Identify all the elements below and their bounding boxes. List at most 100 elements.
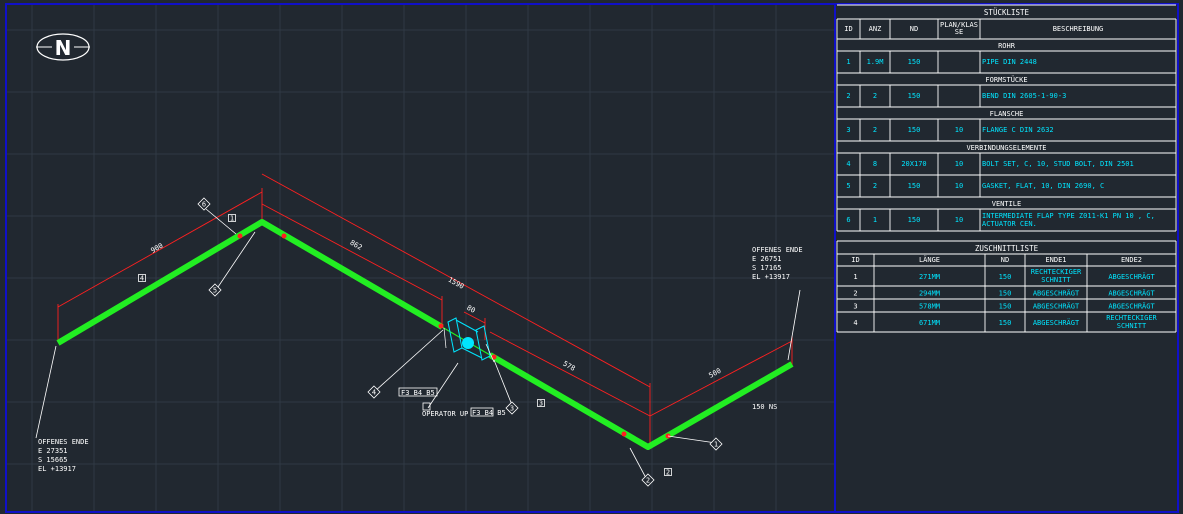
svg-text:F3 B4 B5: F3 B4 B5 [472,409,506,417]
zuschnittliste-table: ZUSCHNITTLISTEID LÄNGE ND ENDE1 ENDE21 271MM 1… [836,240,1177,333]
svg-text:EL +13917: EL +13917 [38,465,76,473]
cut-tag-4: 4 [138,274,146,283]
north-arrow-icon: N [36,33,90,61]
svg-text:10: 10 [955,126,963,134]
dimension-labels: 900 862159080578500 [150,239,723,380]
svg-text:3: 3 [510,405,514,413]
svg-text:6: 6 [846,216,850,224]
svg-text:671MM: 671MM [919,319,940,327]
stueckliste-header-cell: BESCHREIBUNG [1053,25,1104,33]
svg-text:1.9M: 1.9M [867,58,884,66]
stueckliste-row: 4 8 20X170 10 BOLT SET, C, 10, STUD BOLT, DI… [846,160,1133,168]
svg-text:ABGESCHRÄGT: ABGESCHRÄGT [1033,318,1080,327]
svg-text:2: 2 [873,126,877,134]
cut-tag-1: 1 [228,214,236,223]
stueckliste-group-title: VERBINDUNGSELEMENTE [966,144,1046,152]
svg-text:2: 2 [846,92,850,100]
stueckliste-row: 3 2 150 10 FLANGE C DIN 2632 [846,126,1053,134]
zuschnittliste-header-cell: ENDE2 [1121,256,1142,264]
svg-text:SCHNITT: SCHNITT [1041,276,1071,284]
stueckliste-header-cell: ND [910,25,918,33]
svg-text:EL +13917: EL +13917 [752,273,790,281]
svg-text:ACTUATOR CEN.: ACTUATOR CEN. [982,220,1037,228]
svg-text:150: 150 [908,92,921,100]
svg-text:10: 10 [955,160,963,168]
svg-text:ABGESCHRÄGT: ABGESCHRÄGT [1033,302,1080,311]
svg-text:S 15665: S 15665 [38,456,68,464]
svg-text:2: 2 [853,290,857,298]
svg-text:SE: SE [955,28,963,36]
open-end-left-note: OFFENES ENDE E 27351 S 15665 EL +13917 [38,438,89,473]
balloon-3: 3 [505,401,519,415]
svg-text:ABGESCHRÄGT: ABGESCHRÄGT [1108,302,1155,311]
stueckliste-group-title: FLANSCHE [990,110,1024,118]
svg-text:ND: ND [910,25,918,33]
stueckliste-row: 2 2 150 BEND DIN 2605-1-90-3 [846,92,1066,100]
background-grid [6,4,835,512]
svg-text:BESCHREIBUNG: BESCHREIBUNG [1053,25,1104,33]
svg-text:150: 150 [999,273,1012,281]
stueckliste-title: STÜCKLISTE [984,8,1030,17]
dimension-862: 862 [348,239,363,252]
stueckliste-header-cell: PLAN/KLASSE [940,21,978,36]
zuschnittliste-title: ZUSCHNITTLISTE [975,244,1039,253]
flap-valve-icon[interactable] [443,317,495,363]
svg-text:1: 1 [230,215,234,223]
svg-text:578MM: 578MM [919,303,940,311]
svg-text:ABGESCHRÄGT: ABGESCHRÄGT [1108,272,1155,281]
svg-text:150: 150 [908,58,921,66]
svg-text:ABGESCHRÄGT: ABGESCHRÄGT [1033,289,1080,298]
operator-up-label: OPERATOR UP [422,410,468,418]
zuschnittliste-row: 4 671MM 150 ABGESCHRÄGT RECHTECKIGERSCHNITT [853,314,1157,330]
dimension-900: 900 [150,242,165,255]
svg-text:4: 4 [853,319,857,327]
svg-text:ID: ID [844,25,852,33]
svg-text:1: 1 [873,216,877,224]
svg-text:150: 150 [908,182,921,190]
svg-text:BOLT SET, C, 10, STUD BOLT, DI: BOLT SET, C, 10, STUD BOLT, DIN 2501 [982,160,1134,168]
svg-text:2: 2 [646,477,650,485]
svg-text:150: 150 [908,126,921,134]
svg-text:3: 3 [853,303,857,311]
svg-text:ANZ: ANZ [869,25,882,33]
svg-text:10: 10 [955,182,963,190]
svg-text:1: 1 [853,273,857,281]
svg-text:3: 3 [539,400,543,408]
stueckliste-group-title: VENTILE [992,200,1022,208]
dimension-500: 500 [708,367,723,380]
stueckliste-group-title: FORMSTÜCKE [985,75,1027,84]
svg-text:RECHTECKIGER: RECHTECKIGER [1106,314,1157,322]
open-end-right-note: OFFENES ENDE E 26751 S 17165 EL +13917 [752,246,803,281]
svg-text:150: 150 [908,216,921,224]
svg-text:RECHTECKIGER: RECHTECKIGER [1031,268,1082,276]
weld-points [237,233,671,439]
zuschnittliste-row: 1 271MM 150 RECHTECKIGERSCHNITT ABGESCHRÄGT [853,268,1155,284]
svg-text:20X170: 20X170 [901,160,926,168]
zuschnittliste-header-cell: ND [1001,256,1009,264]
stueckliste-row: 6 1 150 10 INTERMEDIATE FLAP TYPE Z011-K1 PN… [846,212,1154,228]
svg-text:4: 4 [846,160,850,168]
open-end-right-title: OFFENES ENDE [752,246,803,254]
stueckliste-row: 1 1.9M 150 PIPE DIN 2448 [846,58,1036,66]
zuschnittliste-row: 2 294MM 150 ABGESCHRÄGT ABGESCHRÄGT [853,289,1155,298]
connection-tag-left: F3 B4 B5 [398,387,438,397]
svg-text:150: 150 [999,319,1012,327]
svg-text:6: 6 [202,201,206,209]
balloon-6: 6 [197,197,211,211]
svg-text:2: 2 [666,469,670,477]
connection-tag-right: F3 B4 B5 [470,407,506,417]
north-symbol-letter: N [55,36,72,60]
stueckliste-row: 5 2 150 10 GASKET, FLAT, 10, DIN 2690, C [846,182,1104,190]
stueckliste-header-cell: ID [844,25,852,33]
svg-text:S 17165: S 17165 [752,264,782,272]
svg-text:GASKET, FLAT, 10, DIN 2690, C: GASKET, FLAT, 10, DIN 2690, C [982,182,1104,190]
zuschnittliste-header-cell: ENDE1 [1045,256,1066,264]
svg-text:SCHNITT: SCHNITT [1117,322,1147,330]
open-end-left-title: OFFENES ENDE [38,438,89,446]
svg-text:294MM: 294MM [919,290,940,298]
cad-drawing-canvas[interactable]: N 654321 1234 900 862159080578500 150 NS… [0,0,1183,514]
svg-text:4: 4 [140,275,144,283]
svg-text:2: 2 [873,182,877,190]
cut-tag-3: 3 [537,399,545,408]
svg-text:FLANGE C DIN 2632: FLANGE C DIN 2632 [982,126,1054,134]
